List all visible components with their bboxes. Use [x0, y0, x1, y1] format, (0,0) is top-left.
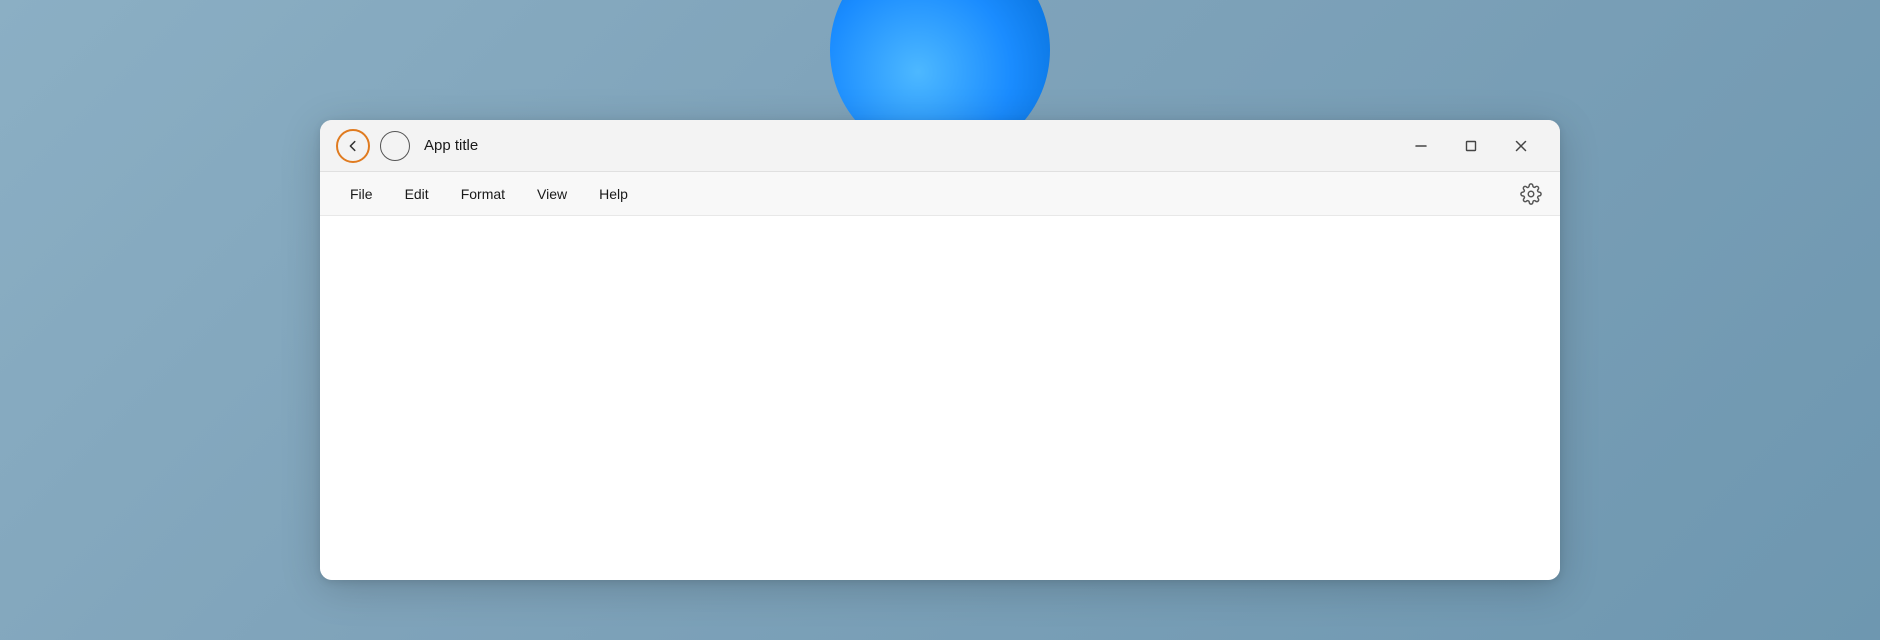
circle-button[interactable]	[380, 131, 410, 161]
app-title: App title	[424, 137, 478, 154]
content-area	[320, 216, 1560, 580]
menu-view[interactable]: View	[523, 180, 581, 208]
title-bar-left: App title	[336, 129, 478, 163]
menu-file[interactable]: File	[336, 180, 387, 208]
menu-bar: File Edit Format View Help	[320, 172, 1560, 216]
window-controls	[1398, 130, 1544, 162]
back-button[interactable]	[336, 129, 370, 163]
gear-icon	[1520, 183, 1542, 205]
title-bar: App title	[320, 120, 1560, 172]
menu-format[interactable]: Format	[447, 180, 519, 208]
close-button[interactable]	[1498, 130, 1544, 162]
maximize-button[interactable]	[1448, 130, 1494, 162]
settings-button[interactable]	[1514, 177, 1548, 211]
menu-items: File Edit Format View Help	[336, 180, 642, 208]
menu-edit[interactable]: Edit	[391, 180, 443, 208]
minimize-button[interactable]	[1398, 130, 1444, 162]
application-window: App title File Ed	[320, 120, 1560, 580]
menu-help[interactable]: Help	[585, 180, 642, 208]
